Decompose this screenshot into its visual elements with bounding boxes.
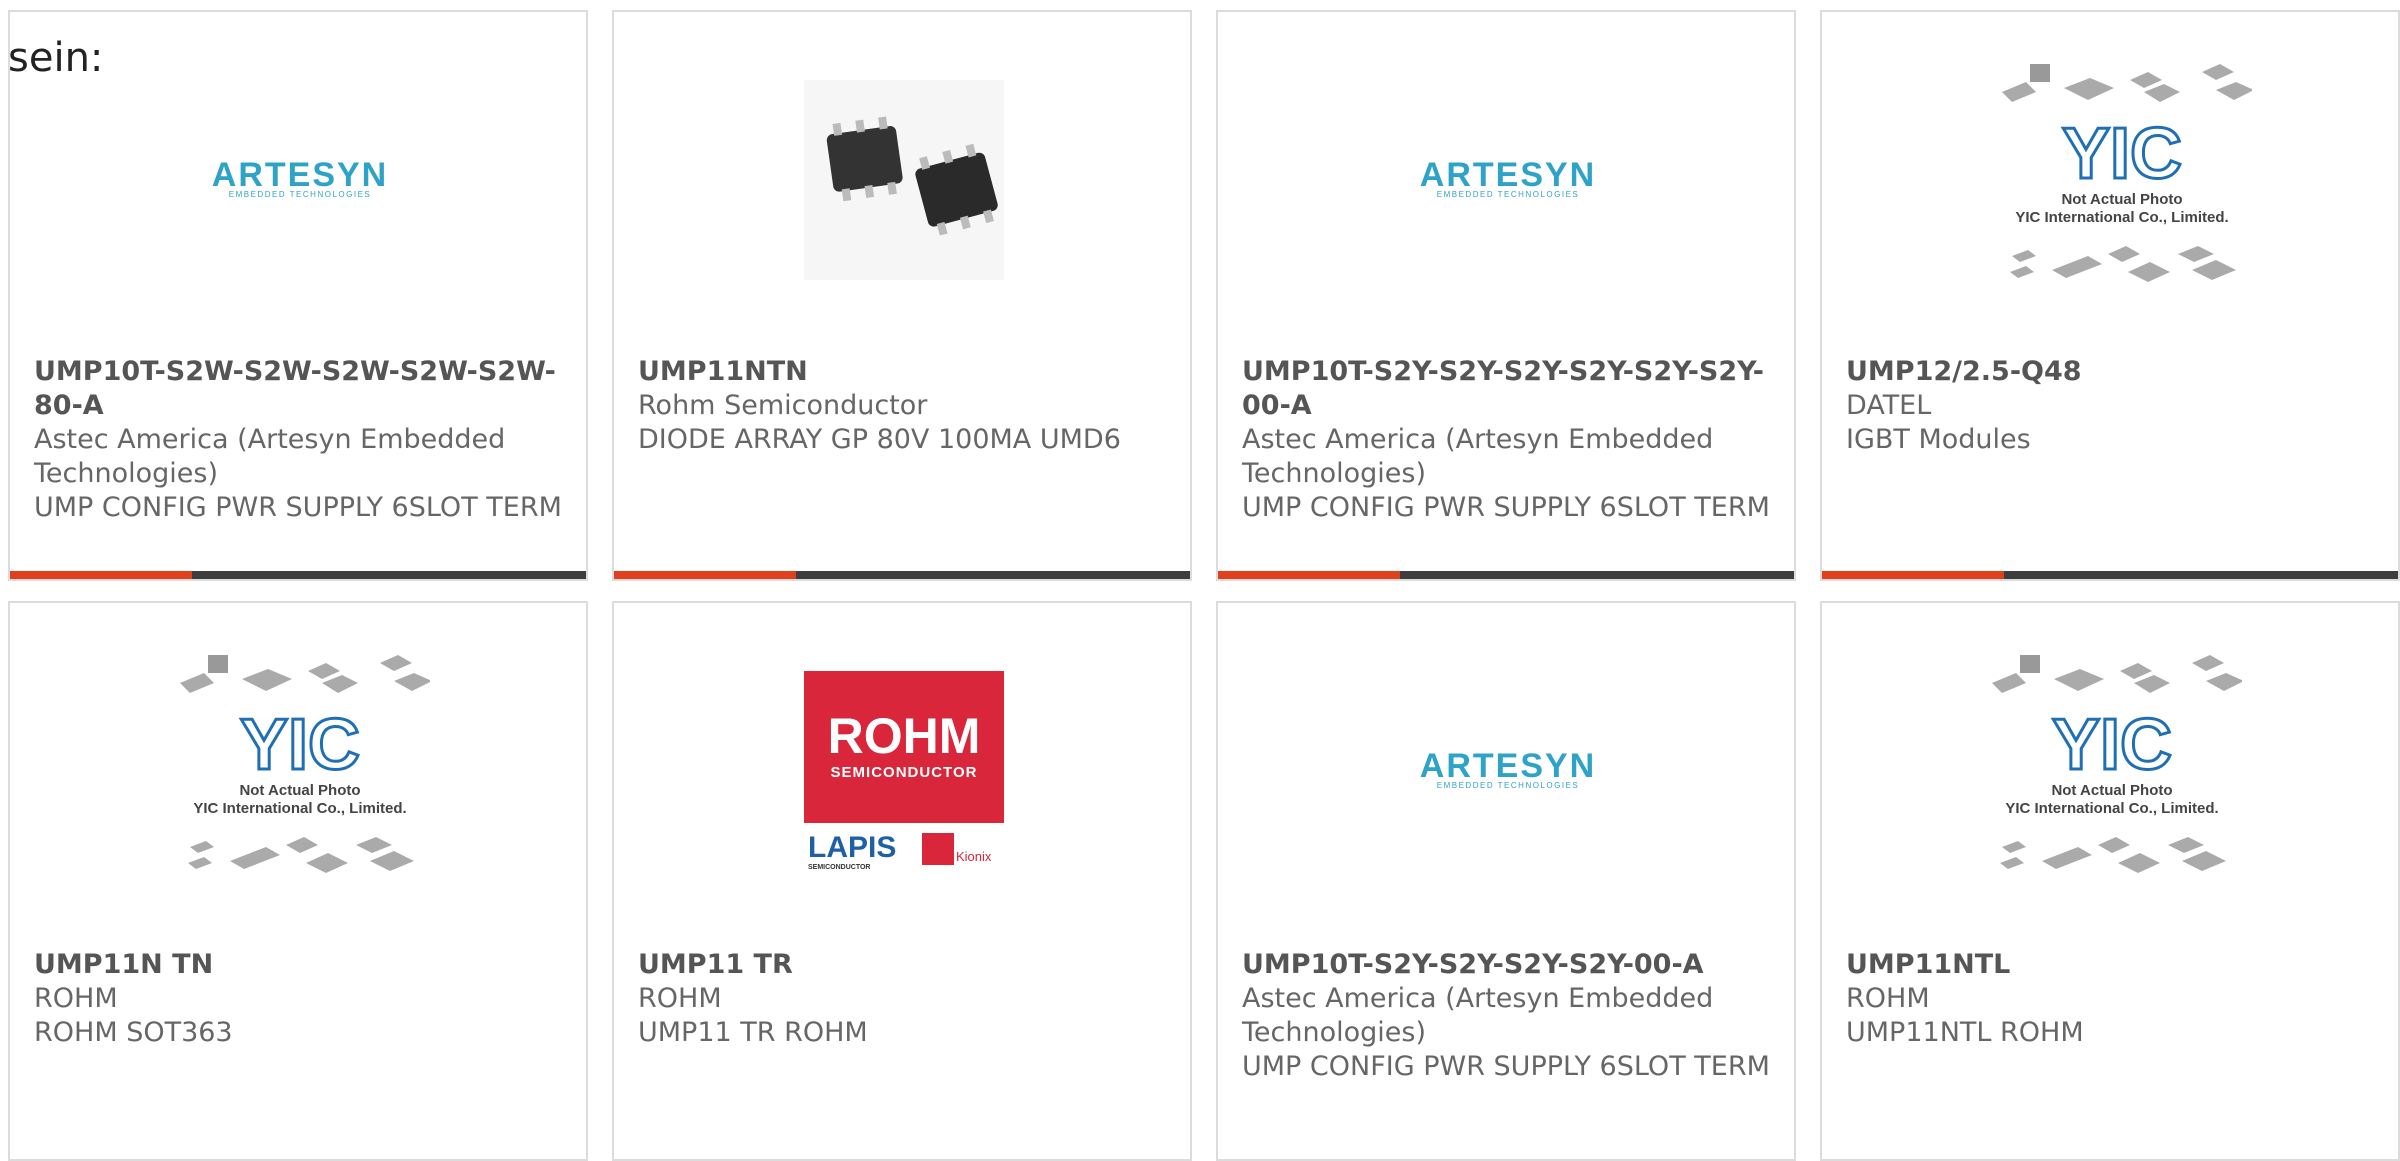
description: DIODE ARRAY GP 80V 100MA UMD6 — [638, 424, 1121, 455]
part-number[interactable]: UMP10T-S2Y-S2Y-S2Y-S2Y-S2Y-S2Y-00-A — [1242, 355, 1776, 423]
description: ROHM SOT363 — [34, 1017, 233, 1048]
description: UMP11NTL ROHM — [1846, 1017, 2084, 1048]
product-card[interactable]: YIC Not Actual Photo YIC International C… — [1820, 601, 2400, 1161]
manufacturer: Astec America (Artesyn Embedded Technolo… — [1242, 424, 1714, 489]
kionix-logo: Kionix — [956, 849, 992, 864]
yic-placeholder-image: YIC Not Actual Photo YIC International C… — [170, 655, 430, 873]
kionix-mark-icon — [922, 833, 954, 865]
manufacturer: Astec America (Artesyn Embedded Technolo… — [34, 424, 506, 489]
rohm-logo: ROHM SEMICONDUCTOR LAPIS SEMICONDUCTOR K… — [804, 671, 1004, 871]
chip-photo — [804, 80, 1004, 280]
artesyn-wordmark: ARTESYN — [212, 160, 388, 194]
lapis-logo: LAPIS — [808, 831, 896, 864]
yic-logo-icon: YIC — [2052, 705, 2172, 785]
part-number[interactable]: UMP12/2.5-Q48 — [1846, 355, 2380, 389]
description: UMP CONFIG PWR SUPPLY 6SLOT TERM — [1242, 492, 1770, 523]
part-number[interactable]: UMP11NTL — [1846, 948, 2380, 982]
card-accent-bar — [1218, 571, 1794, 579]
svg-text:Not Actual Photo: Not Actual Photo — [239, 782, 360, 799]
description: UMP CONFIG PWR SUPPLY 6SLOT TERM — [34, 492, 562, 523]
manufacturer: Astec America (Artesyn Embedded Technolo… — [1242, 983, 1714, 1048]
artesyn-logo: ARTESYN EMBEDDED TECHNOLOGIES — [1408, 80, 1608, 280]
svg-text:SEMICONDUCTOR: SEMICONDUCTOR — [831, 764, 978, 781]
product-card[interactable]: ROHM SEMICONDUCTOR LAPIS SEMICONDUCTOR K… — [612, 601, 1192, 1161]
description: IGBT Modules — [1846, 424, 2031, 455]
artesyn-logo: ARTESYN EMBEDDED TECHNOLOGIES — [200, 80, 400, 280]
intro-text: sein: — [8, 35, 104, 81]
artesyn-tagline: EMBEDDED TECHNOLOGIES — [1437, 781, 1579, 790]
product-card[interactable]: ARTESYN EMBEDDED TECHNOLOGIES UMP10T-S2W… — [8, 10, 588, 581]
card-accent-bar — [1822, 571, 2398, 579]
artesyn-tagline: EMBEDDED TECHNOLOGIES — [229, 190, 371, 199]
svg-text:YIC International Co., Limited: YIC International Co., Limited. — [193, 800, 406, 817]
part-number[interactable]: UMP11N TN — [34, 948, 568, 982]
yic-logo-icon: YIC — [240, 705, 360, 785]
product-card[interactable]: ARTESYN EMBEDDED TECHNOLOGIES UMP10T-S2Y… — [1216, 10, 1796, 581]
svg-text:Not Actual Photo: Not Actual Photo — [2051, 782, 2172, 799]
product-card[interactable]: ARTESYN EMBEDDED TECHNOLOGIES UMP10T-S2Y… — [1216, 601, 1796, 1161]
product-card[interactable]: YIC Not Actual Photo YIC International C… — [8, 601, 588, 1161]
card-accent-bar — [614, 571, 1190, 579]
svg-text:Not Actual Photo: Not Actual Photo — [2061, 191, 2182, 208]
artesyn-logo: ARTESYN EMBEDDED TECHNOLOGIES — [1408, 671, 1608, 871]
manufacturer: ROHM — [1846, 983, 1930, 1014]
artesyn-tagline: EMBEDDED TECHNOLOGIES — [1437, 190, 1579, 199]
description: UMP CONFIG PWR SUPPLY 6SLOT TERM — [1242, 1051, 1770, 1082]
part-number[interactable]: UMP11 TR — [638, 948, 1172, 982]
part-number[interactable]: UMP11NTN — [638, 355, 1172, 389]
artesyn-wordmark: ARTESYN — [1420, 160, 1596, 194]
part-number[interactable]: UMP10T-S2W-S2W-S2W-S2W-S2W-80-A — [34, 355, 568, 423]
manufacturer: ROHM — [34, 983, 118, 1014]
yic-logo-icon: YIC — [2062, 114, 2182, 194]
product-grid: ARTESYN EMBEDDED TECHNOLOGIES UMP10T-S2W… — [8, 10, 2400, 1161]
svg-text:SEMICONDUCTOR: SEMICONDUCTOR — [808, 864, 870, 871]
yic-placeholder-image: YIC Not Actual Photo YIC International C… — [1992, 64, 2252, 282]
part-number[interactable]: UMP10T-S2Y-S2Y-S2Y-S2Y-00-A — [1242, 948, 1776, 982]
manufacturer: DATEL — [1846, 390, 1932, 421]
manufacturer: Rohm Semiconductor — [638, 390, 928, 421]
svg-text:YIC International Co., Limited: YIC International Co., Limited. — [2005, 800, 2218, 817]
rohm-wordmark: ROHM — [828, 708, 981, 764]
card-accent-bar — [10, 571, 586, 579]
manufacturer: ROHM — [638, 983, 722, 1014]
svg-text:YIC International Co., Limited: YIC International Co., Limited. — [2015, 209, 2228, 226]
description: UMP11 TR ROHM — [638, 1017, 868, 1048]
artesyn-wordmark: ARTESYN — [1420, 751, 1596, 785]
yic-placeholder-image: YIC Not Actual Photo YIC International C… — [1982, 655, 2242, 873]
product-card[interactable]: YIC Not Actual Photo YIC International C… — [1820, 10, 2400, 581]
product-card[interactable]: UMP11NTN Rohm Semiconductor DIODE ARRAY … — [612, 10, 1192, 581]
